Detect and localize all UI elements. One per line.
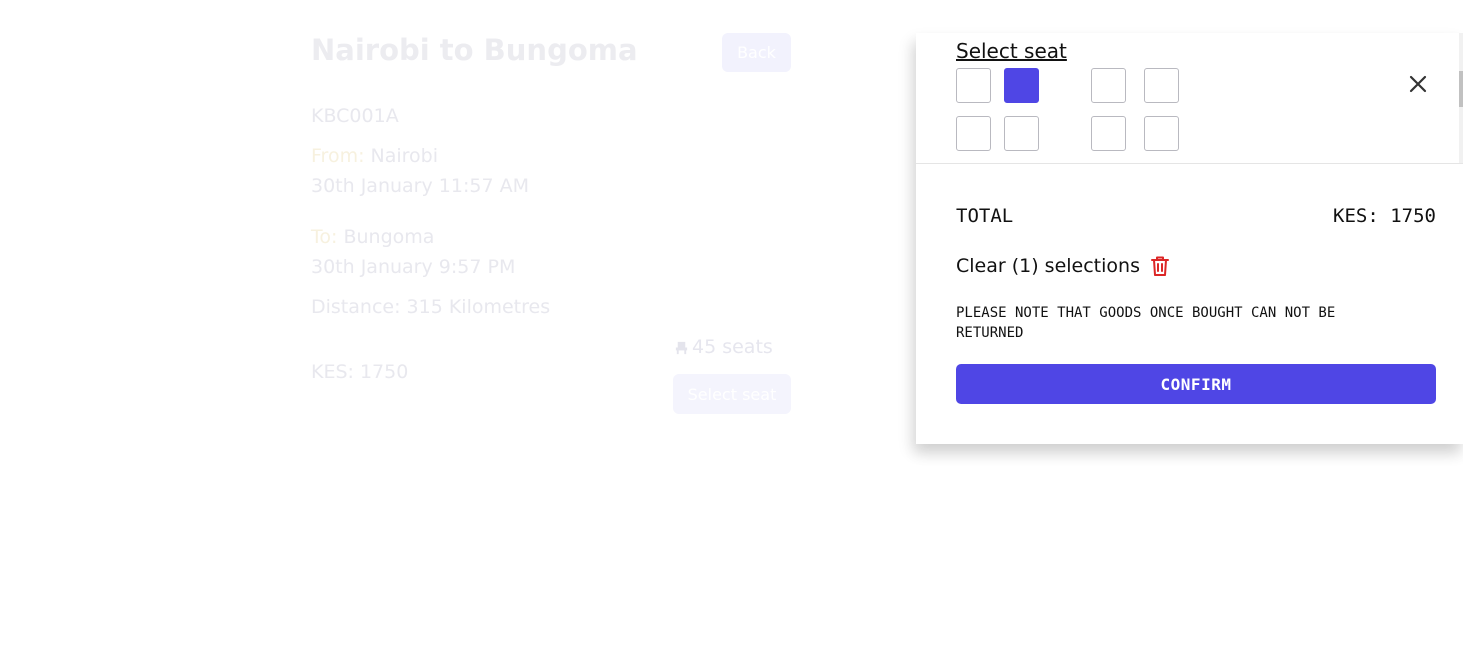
seat-r1-c3[interactable] bbox=[1091, 68, 1126, 103]
seat-count: 45 seats bbox=[674, 336, 773, 358]
seat-r1-c4[interactable] bbox=[1144, 68, 1179, 103]
back-button[interactable]: Back bbox=[722, 33, 791, 72]
seat-r2-c4[interactable] bbox=[1144, 116, 1179, 151]
scrollbar-thumb[interactable] bbox=[1459, 71, 1463, 107]
arrival-time: 30th January 9:57 PM bbox=[311, 256, 516, 278]
from-label: From: bbox=[311, 145, 365, 167]
departure-time: 30th January 11:57 AM bbox=[311, 175, 529, 197]
to-line: To: Bungoma bbox=[311, 226, 434, 248]
bus-code: KBC001A bbox=[311, 105, 399, 127]
clear-selections-label: Clear (1) selections bbox=[956, 255, 1140, 277]
seat-r2-c1[interactable] bbox=[956, 116, 991, 151]
from-line: From: Nairobi bbox=[311, 145, 438, 167]
seat-count-text: 45 seats bbox=[692, 336, 773, 358]
total-value: KES: 1750 bbox=[1333, 205, 1436, 227]
price: KES: 1750 bbox=[311, 361, 409, 383]
seat-icon bbox=[675, 341, 688, 354]
close-icon[interactable] bbox=[1407, 73, 1429, 95]
seat-r2-c3[interactable] bbox=[1091, 116, 1126, 151]
to-label: To: bbox=[311, 226, 338, 248]
return-policy-note: PLEASE NOTE THAT GOODS ONCE BOUGHT CAN N… bbox=[956, 305, 1336, 341]
confirm-button[interactable]: CONFIRM bbox=[956, 364, 1436, 404]
seat-r1-c1[interactable] bbox=[956, 68, 991, 103]
seat-r2-c2[interactable] bbox=[1004, 116, 1039, 151]
select-seat-button[interactable]: Select seat bbox=[673, 374, 791, 414]
from-value: Nairobi bbox=[370, 145, 439, 167]
seat-selection-drawer: Select seat TOTAL KES: 1750 Clear (1) se… bbox=[916, 33, 1463, 444]
trash-icon[interactable] bbox=[1150, 255, 1170, 277]
clear-selections-button[interactable]: Clear (1) selections bbox=[956, 255, 1170, 277]
distance: Distance: 315 Kilometres bbox=[311, 296, 551, 318]
page-title: Nairobi to Bungoma bbox=[311, 33, 638, 67]
seat-selection-heading: Select seat bbox=[956, 39, 1067, 63]
divider bbox=[916, 163, 1463, 164]
seat-r1-c2[interactable] bbox=[1004, 68, 1039, 103]
to-value: Bungoma bbox=[343, 226, 435, 248]
total-label: TOTAL bbox=[956, 205, 1014, 227]
